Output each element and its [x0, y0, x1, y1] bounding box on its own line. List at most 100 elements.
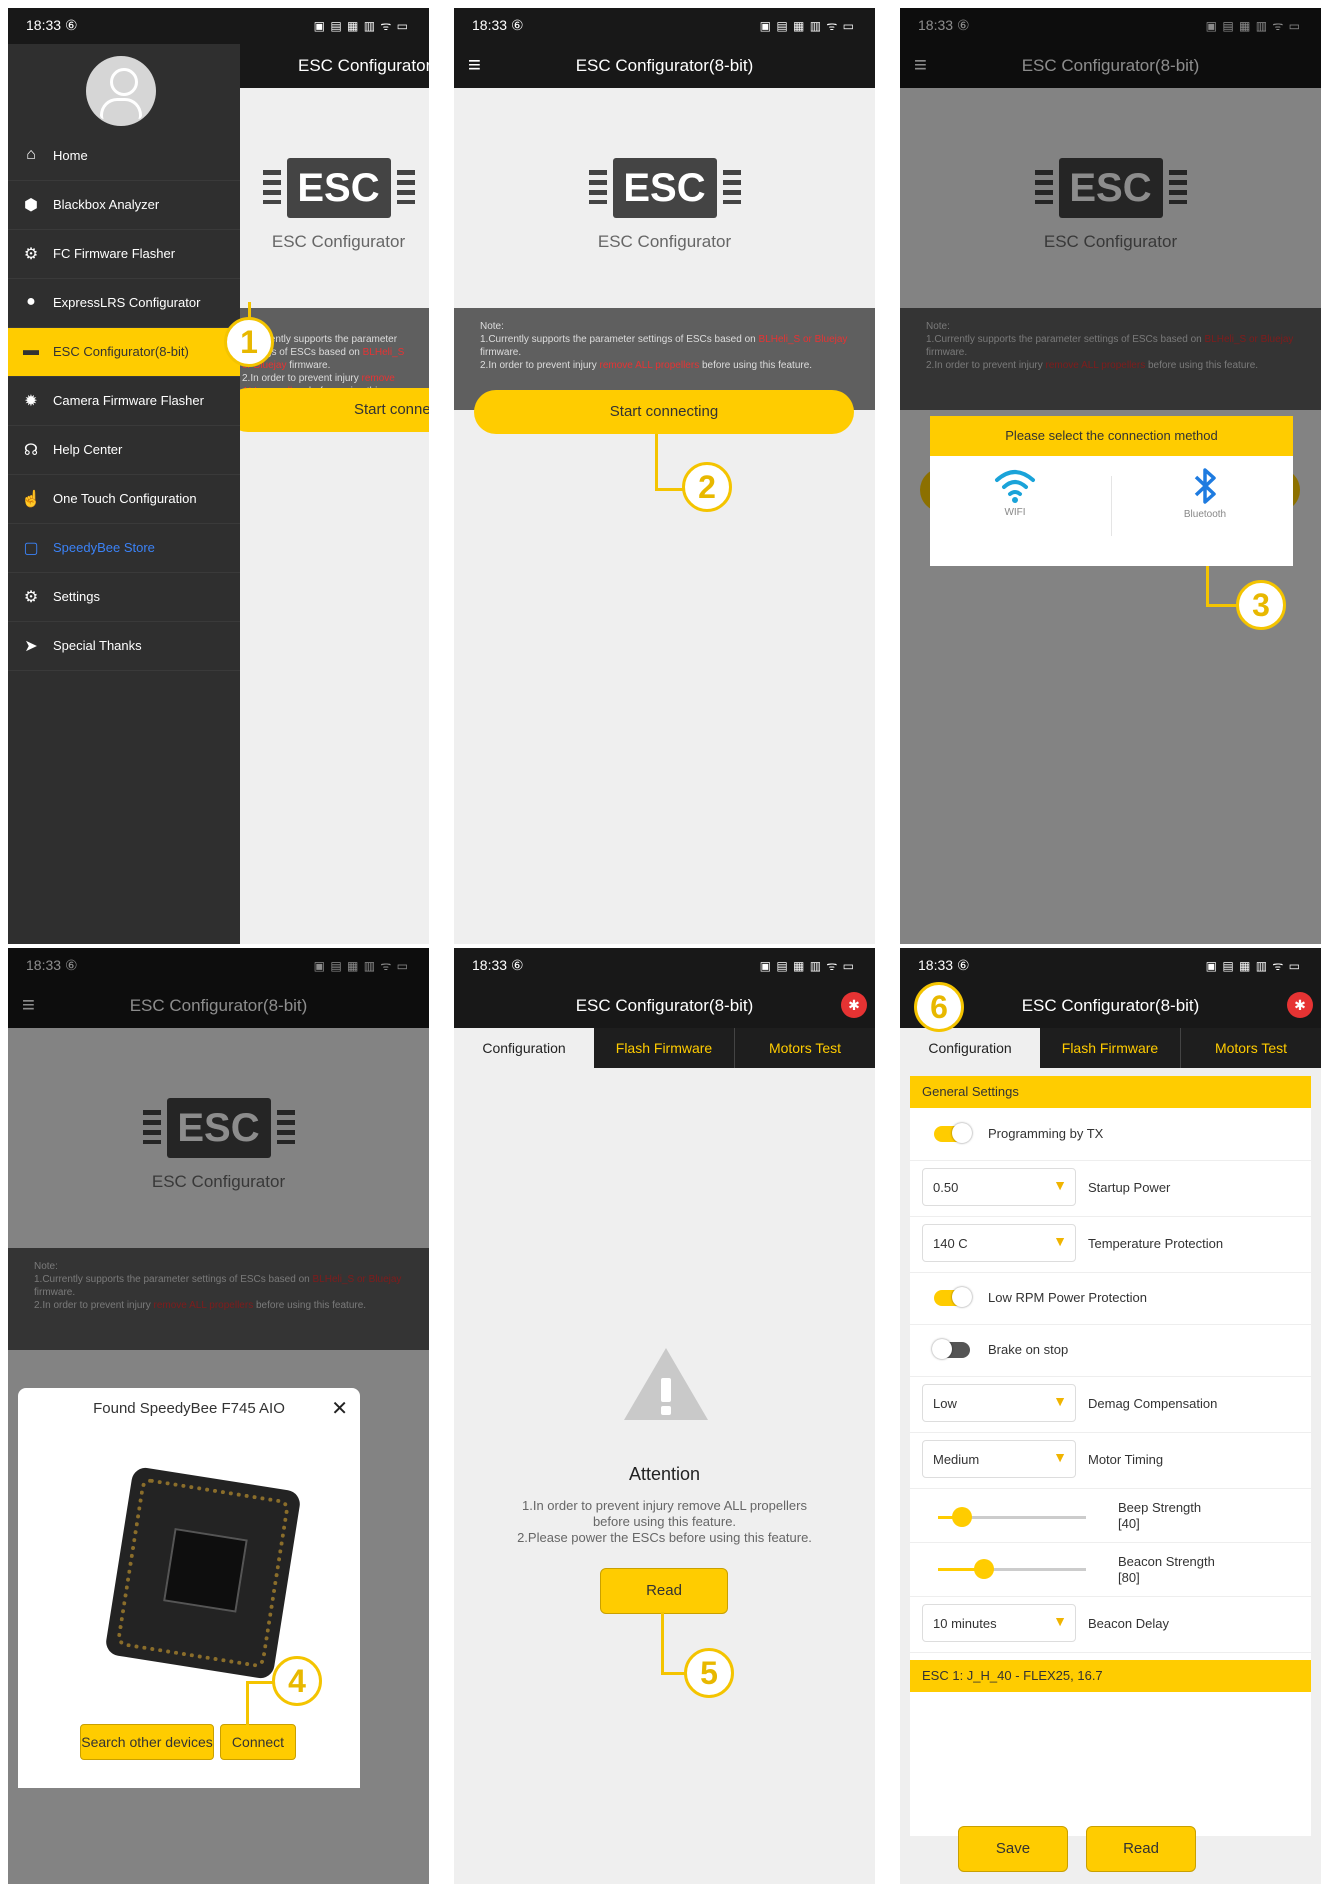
drawer-item-home[interactable]: ⌂ Home	[8, 132, 240, 181]
drawer-item-expresslrs-configurator[interactable]: ● ExpressLRS Configurator	[8, 279, 240, 328]
drawer-item-camera-firmware-flasher[interactable]: ✹ Camera Firmware Flasher	[8, 377, 240, 426]
tab-configuration[interactable]: Configuration	[454, 1028, 594, 1068]
screen-drawer-menu: ≡ ESC Configurator(8-bit) ESC ESC Config…	[8, 8, 429, 944]
start-connecting-button[interactable]: Start connecting	[226, 388, 429, 432]
tab-motors-test[interactable]: Motors Test	[1181, 1028, 1321, 1068]
connection-method-dialog: Please select the connection method WIFI…	[930, 416, 1293, 566]
drawer-item-label: FC Firmware Flasher	[53, 246, 176, 261]
motor-timing-label: Motor Timing	[1088, 1452, 1164, 1467]
low-rpm-toggle[interactable]	[934, 1287, 972, 1307]
drawer-item-label: ExpressLRS Configurator	[53, 295, 201, 310]
programming-by-tx-label: Programming by TX	[988, 1126, 1104, 1141]
wifi-label: WIFI	[1004, 507, 1026, 518]
low-rpm-row: Low RPM Power Protection	[910, 1272, 1311, 1325]
programming-by-tx-row: Programming by TX	[910, 1108, 1311, 1161]
drawer-item-esc-configurator-8-bit[interactable]: ▬ ESC Configurator(8-bit)	[8, 328, 240, 377]
status-time: 18:33 ⑥	[918, 957, 970, 973]
beacon-delay-select[interactable]: 10 minutes ▼	[922, 1604, 1076, 1642]
step-callout-3: 3	[1236, 580, 1286, 630]
startup-power-value: 0.50	[933, 1180, 959, 1195]
callout-line-4b	[246, 1681, 274, 1684]
connection-dialog-title: Please select the connection method	[930, 416, 1293, 456]
esc-icon: ▬	[23, 342, 39, 359]
logo-subtitle: ESC Configurator	[597, 232, 732, 251]
brake-on-stop-toggle[interactable]	[932, 1339, 970, 1359]
temperature-protection-select[interactable]: 140 C ▼	[922, 1224, 1076, 1262]
camera-chip-icon: ✹	[24, 393, 38, 410]
drawer-item-help-center[interactable]: ☊ Help Center	[8, 426, 240, 475]
temperature-protection-row: 140 C ▼ Temperature Protection	[910, 1216, 1311, 1273]
option-divider	[1111, 476, 1112, 536]
drawer-item-fc-firmware-flasher[interactable]: ⚙ FC Firmware Flasher	[8, 230, 240, 279]
drawer-item-one-touch-configuration[interactable]: ☝ One Touch Configuration	[8, 475, 240, 524]
temperature-protection-value: 140 C	[933, 1236, 968, 1251]
tab-flash-firmware[interactable]: Flash Firmware	[594, 1028, 735, 1068]
callout-line-3	[1206, 566, 1209, 606]
startup-power-select[interactable]: 0.50 ▼	[922, 1168, 1076, 1206]
start-connecting-button[interactable]: Start connecting	[474, 390, 854, 434]
low-rpm-label: Low RPM Power Protection	[988, 1290, 1147, 1305]
chevron-down-icon: ▼	[1053, 1613, 1067, 1629]
avatar[interactable]	[86, 56, 156, 126]
drawer-item-label: Camera Firmware Flasher	[53, 393, 204, 408]
bag-icon: ▢	[23, 540, 39, 557]
thanks-icon: ➤	[24, 638, 38, 655]
demag-select[interactable]: Low ▼	[922, 1384, 1076, 1422]
status-icons: ▣ ▤ ▦ ▥ ᯤ ▭	[759, 959, 855, 973]
chevron-down-icon: ▼	[1053, 1233, 1067, 1249]
drawer-item-settings[interactable]: ⚙ Settings	[8, 573, 240, 622]
tab-motors-test[interactable]: Motors Test	[735, 1028, 875, 1068]
drawer-item-blackbox-analyzer[interactable]: ⬢ Blackbox Analyzer	[8, 181, 240, 230]
disconnect-icon[interactable]: ✱	[1287, 992, 1313, 1018]
esc-info-header: ESC 1: J_H_40 - FLEX25, 16.7	[910, 1660, 1311, 1692]
drawer-item-special-thanks[interactable]: ➤ Special Thanks	[8, 622, 240, 671]
gear-icon: ⚙	[23, 589, 39, 606]
bluetooth-option[interactable]: Bluetooth	[1120, 466, 1290, 556]
connect-button[interactable]: Connect	[220, 1724, 296, 1760]
wifi-icon	[995, 470, 1035, 503]
read-button[interactable]: Read	[600, 1568, 728, 1614]
drawer-menu: ⌂ Home ⬢ Blackbox Analyzer ⚙ FC Firmware Flas…	[8, 132, 240, 671]
status-icons: ▣ ▤ ▦ ▥ ᯤ ▭	[759, 19, 855, 33]
close-icon[interactable]: ✕	[331, 1396, 348, 1421]
step-callout-4: 4	[272, 1656, 322, 1706]
beep-strength-slider[interactable]	[938, 1507, 1086, 1527]
beacon-delay-value: 10 minutes	[933, 1616, 997, 1631]
motor-timing-row: Medium ▼ Motor Timing	[910, 1432, 1311, 1489]
app-bar: ESC Configurator(8-bit) ✱	[454, 984, 875, 1028]
read-settings-button[interactable]: Read	[1086, 1826, 1196, 1872]
callout-line-3b	[1206, 604, 1238, 607]
drawer-item-label: Home	[53, 148, 88, 163]
bluetooth-icon	[1194, 468, 1216, 504]
tab-flash-firmware[interactable]: Flash Firmware	[1040, 1028, 1181, 1068]
screen-start: 18:33 ⑥ ▣ ▤ ▦ ▥ ᯤ ▭ ≡ ESC Configurator(8…	[454, 8, 875, 944]
tab-configuration[interactable]: Configuration	[900, 1028, 1040, 1068]
step-callout-2: 2	[682, 462, 732, 512]
beacon-strength-thumb[interactable]	[974, 1559, 994, 1579]
beacon-strength-slider[interactable]	[938, 1559, 1086, 1579]
motor-timing-select[interactable]: Medium ▼	[922, 1440, 1076, 1478]
beep-strength-thumb[interactable]	[952, 1507, 972, 1527]
drawer-item-label: Special Thanks	[53, 638, 142, 653]
programming-by-tx-toggle[interactable]	[934, 1123, 972, 1143]
beacon-strength-row: Beacon Strength [80]	[910, 1542, 1311, 1597]
flight-controller-image	[104, 1465, 302, 1681]
help-icon: ☊	[23, 442, 39, 459]
screen-found-device: 18:33 ⑥ ▣ ▤ ▦ ▥ ᯤ ▭ ≡ ESC Configurator(8…	[8, 948, 429, 1884]
status-time: 18:33 ⑥	[26, 17, 78, 33]
home-icon: ⌂	[26, 146, 36, 163]
drawer-item-speedybee-store[interactable]: ▢ SpeedyBee Store	[8, 524, 240, 573]
save-button[interactable]: Save	[958, 1826, 1068, 1872]
disconnect-icon[interactable]: ✱	[841, 992, 867, 1018]
found-device-dialog: Found SpeedyBee F745 AIO ✕ Search other …	[18, 1388, 360, 1788]
beacon-delay-row: 10 minutes ▼ Beacon Delay	[910, 1596, 1311, 1653]
search-other-devices-button[interactable]: Search other devices	[80, 1724, 214, 1760]
navigation-drawer: ⌂ Home ⬢ Blackbox Analyzer ⚙ FC Firmware Flas…	[8, 44, 240, 944]
status-time: 18:33 ⑥	[472, 17, 524, 33]
temperature-protection-label: Temperature Protection	[1088, 1236, 1224, 1251]
demag-row: Low ▼ Demag Compensation	[910, 1376, 1311, 1433]
bluetooth-label: Bluetooth	[1183, 509, 1227, 520]
wifi-option[interactable]: WIFI	[930, 466, 1100, 556]
drawer-item-label: Blackbox Analyzer	[53, 197, 160, 212]
warning-mark	[661, 1378, 671, 1402]
